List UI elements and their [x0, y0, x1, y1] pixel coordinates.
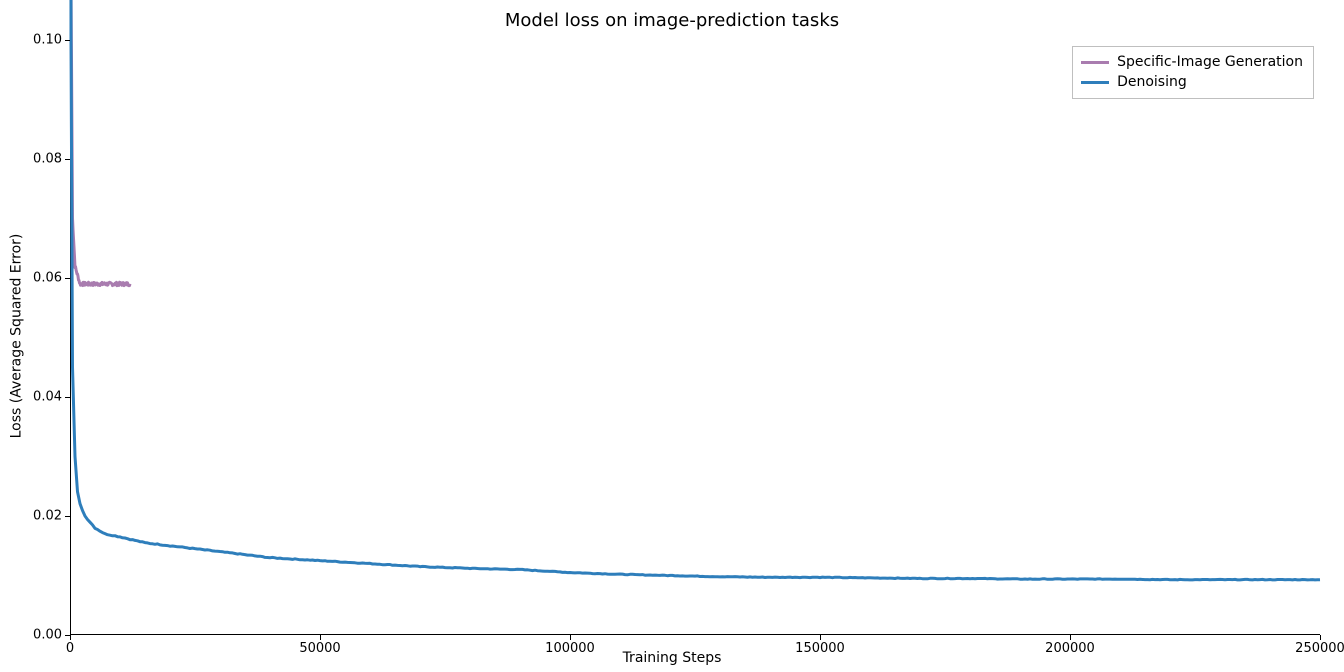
legend-label: Denoising: [1117, 73, 1187, 93]
x-tick-mark: [820, 635, 821, 640]
y-tick-mark: [65, 278, 70, 279]
legend-entry: Specific-Image Generation: [1081, 53, 1303, 73]
x-tick-mark: [1320, 635, 1321, 640]
chart-title: Model loss on image-prediction tasks: [0, 10, 1344, 31]
y-tick-mark: [65, 397, 70, 398]
y-axis-label: Loss (Average Squared Error): [6, 0, 26, 672]
x-tick-mark: [70, 635, 71, 640]
legend-swatch-icon: [1081, 81, 1109, 84]
axes-area: 0.000.020.040.060.080.10 050000100000150…: [70, 40, 1320, 635]
legend-swatch-icon: [1081, 61, 1109, 64]
plot-svg: [70, 40, 1320, 635]
legend: Specific-Image Generation Denoising: [1072, 46, 1314, 99]
x-axis-label: Training Steps: [0, 650, 1344, 666]
series-line: [70, 0, 130, 286]
figure: Model loss on image-prediction tasks Los…: [0, 0, 1344, 672]
x-tick-mark: [320, 635, 321, 640]
y-tick-mark: [65, 159, 70, 160]
x-tick-mark: [570, 635, 571, 640]
x-tick-mark: [1070, 635, 1071, 640]
legend-label: Specific-Image Generation: [1117, 53, 1303, 73]
y-tick-mark: [65, 40, 70, 41]
legend-entry: Denoising: [1081, 73, 1303, 93]
y-tick-mark: [65, 516, 70, 517]
